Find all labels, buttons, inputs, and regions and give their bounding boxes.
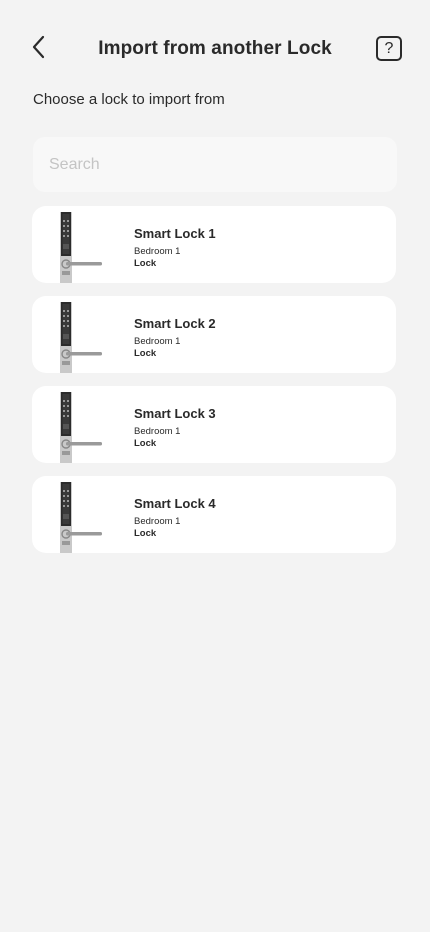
back-button[interactable] bbox=[24, 30, 52, 64]
smart-lock-image bbox=[60, 302, 102, 373]
lock-list: Smart Lock 1 Bedroom 1 Lock Smart Lock 2… bbox=[32, 206, 396, 566]
chevron-left-icon bbox=[32, 35, 45, 59]
lock-name: Smart Lock 1 bbox=[134, 226, 216, 241]
lock-name: Smart Lock 2 bbox=[134, 316, 216, 331]
page-title: Import from another Lock bbox=[98, 38, 332, 59]
lock-type: Lock bbox=[134, 258, 157, 269]
lock-card-4[interactable]: Smart Lock 4 Bedroom 1 Lock bbox=[32, 476, 396, 553]
search-input[interactable] bbox=[33, 137, 397, 192]
lock-type: Lock bbox=[134, 438, 157, 449]
lock-card-3[interactable]: Smart Lock 3 Bedroom 1 Lock bbox=[32, 386, 396, 463]
lock-type: Lock bbox=[134, 348, 157, 359]
lock-room: Bedroom 1 bbox=[134, 516, 181, 527]
lock-type: Lock bbox=[134, 528, 157, 539]
smart-lock-image bbox=[60, 392, 102, 463]
question-mark-icon: ? bbox=[384, 39, 394, 57]
lock-room: Bedroom 1 bbox=[134, 336, 181, 347]
lock-room: Bedroom 1 bbox=[134, 246, 181, 257]
help-button[interactable]: ? bbox=[376, 36, 402, 61]
lock-card-1[interactable]: Smart Lock 1 Bedroom 1 Lock bbox=[32, 206, 396, 283]
lock-name: Smart Lock 3 bbox=[134, 406, 216, 421]
smart-lock-image bbox=[60, 482, 102, 553]
smart-lock-image bbox=[60, 212, 102, 283]
page-subtitle: Choose a lock to import from bbox=[33, 91, 225, 108]
lock-name: Smart Lock 4 bbox=[134, 496, 216, 511]
lock-room: Bedroom 1 bbox=[134, 426, 181, 437]
header: Import from another Lock ? bbox=[0, 0, 430, 96]
lock-card-2[interactable]: Smart Lock 2 Bedroom 1 Lock bbox=[32, 296, 396, 373]
